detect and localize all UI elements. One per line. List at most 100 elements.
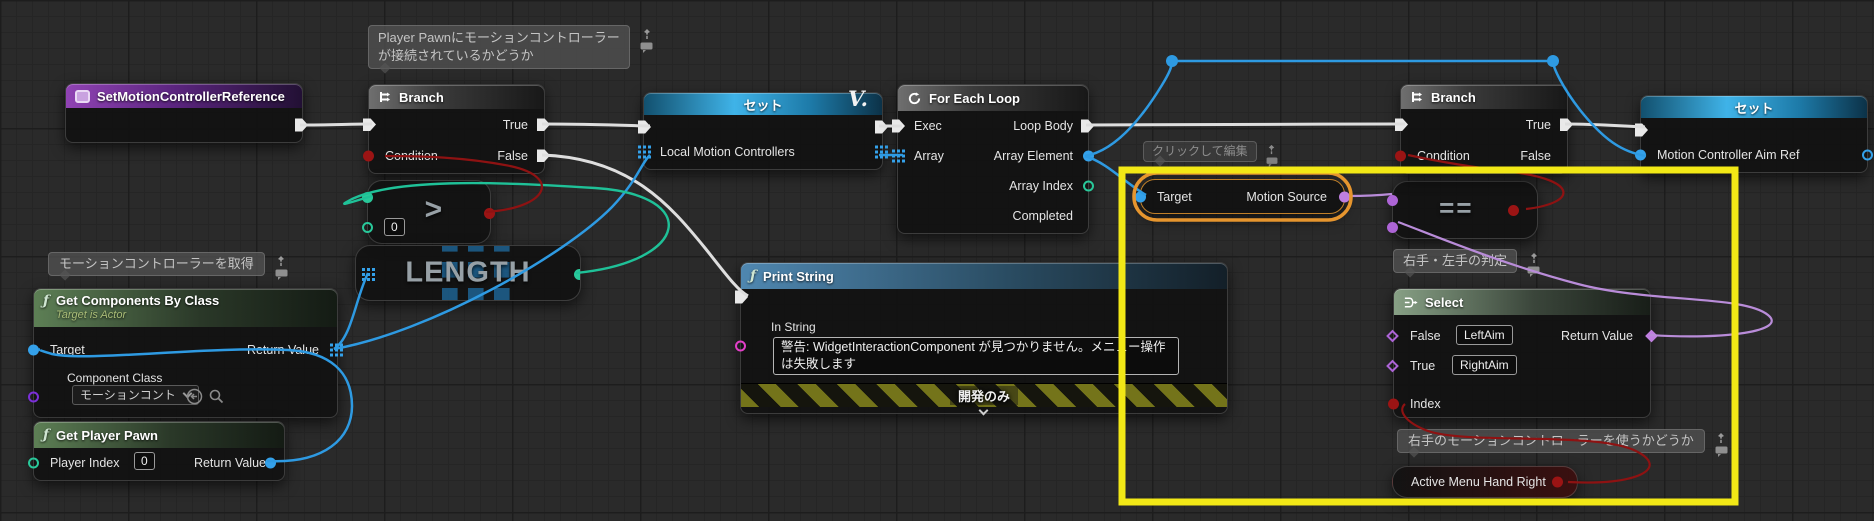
length-out-pin[interactable] <box>574 269 580 280</box>
false-exec-pin[interactable] <box>537 149 550 162</box>
get-components-by-class-node[interactable]: ƒ Get Components By Class Target is Acto… <box>28 288 338 418</box>
component-class-dropdown[interactable]: モーションコント <box>72 385 199 406</box>
value-out-pin[interactable] <box>1552 476 1563 488</box>
get-motion-source-node[interactable]: Target Motion Source <box>1135 179 1350 214</box>
use-selected-asset-icon[interactable] <box>186 388 203 405</box>
exec-out-pin[interactable] <box>295 118 308 132</box>
true-exec-pin[interactable] <box>537 118 550 131</box>
node-title: Get Player Pawn <box>56 427 158 443</box>
speech-bubble-icon[interactable] <box>1527 266 1540 277</box>
reroute-node-right[interactable] <box>1547 55 1559 67</box>
completed-label: Completed <box>1012 209 1073 223</box>
index-pin[interactable] <box>1388 398 1399 410</box>
equals-input-b-pin[interactable] <box>1387 222 1398 233</box>
comment-player-pawn[interactable]: Player Pawnにモーションコントローラーが接続されているかどうか <box>368 25 653 70</box>
function-icon: ƒ <box>750 268 757 284</box>
array-index-row: Array Index <box>898 171 1094 201</box>
wire-exec-setref-to-branch1 <box>299 122 373 127</box>
player-index-pin[interactable] <box>28 457 39 469</box>
loop-body-exec-pin[interactable] <box>1081 119 1094 133</box>
target-pin[interactable] <box>28 344 39 356</box>
speech-bubble-icon[interactable] <box>275 269 288 280</box>
return-value-pin[interactable] <box>265 457 276 469</box>
in-string-input[interactable]: 警告: WidgetInteractionComponent が見つかりません。… <box>773 337 1179 375</box>
value-in-pin[interactable] <box>1635 149 1646 161</box>
exec-in-pin[interactable] <box>638 120 651 134</box>
branch-node-1[interactable]: Branch True Condition False <box>363 84 550 174</box>
target-pin[interactable] <box>1135 191 1146 202</box>
development-only-label: 開発のみ <box>949 386 1018 405</box>
true-value-input[interactable]: RightAim <box>1452 355 1517 376</box>
false-label: False <box>497 148 528 163</box>
comment-use-right-hand[interactable]: 右手のモーションコントローラーを使うかどうか <box>1397 429 1728 457</box>
speech-bubble-icon[interactable] <box>1715 446 1728 457</box>
pin-icon[interactable] <box>1528 252 1540 264</box>
array-length-node[interactable]: LENGTH <box>355 245 581 301</box>
comment-hand-judge[interactable]: 右手・左手の判定 <box>1393 249 1540 277</box>
component-class-pin[interactable] <box>28 391 39 403</box>
condition-label: Condition <box>1417 148 1470 163</box>
condition-pin[interactable] <box>1395 150 1406 161</box>
exec-in-pin[interactable] <box>363 118 376 131</box>
false-diamond-pin[interactable] <box>1386 329 1399 343</box>
input-a-pin[interactable] <box>362 192 373 203</box>
comment-text: 右手のモーションコントローラーを使うかどうか <box>1408 433 1694 448</box>
array-out-pin[interactable] <box>875 146 888 159</box>
set-motion-controller-aim-ref-node[interactable]: セット Motion Controller Aim Ref <box>1635 95 1873 173</box>
array-in-pin[interactable] <box>892 150 905 163</box>
return-value-pin[interactable] <box>1645 329 1658 343</box>
active-menu-hand-right-node[interactable]: Active Menu Hand Right <box>1392 466 1578 498</box>
get-player-pawn-node[interactable]: ƒ Get Player Pawn Player Index 0 Return … <box>28 421 285 481</box>
pin-icon[interactable] <box>1715 432 1727 444</box>
array-in-pin[interactable] <box>362 268 375 281</box>
true-diamond-pin[interactable] <box>1386 359 1399 373</box>
greater-than-node[interactable]: 0 > <box>362 180 495 244</box>
pin-icon[interactable] <box>1266 144 1277 155</box>
exec-in-pin[interactable] <box>1395 118 1408 131</box>
comment-get-motion-controllers[interactable]: モーションコントローラーを取得 <box>48 252 288 280</box>
reroute-node-left[interactable] <box>1166 55 1178 67</box>
exec-in-pin[interactable] <box>1635 123 1648 137</box>
motion-source-pin[interactable] <box>1339 191 1350 202</box>
select-node[interactable]: Select False LeftAim Return Value True R… <box>1386 288 1658 418</box>
node-header: For Each Loop <box>898 85 1088 111</box>
branch-node-2[interactable]: Branch True Condition False <box>1395 84 1573 174</box>
array-in-pin[interactable] <box>638 146 651 159</box>
comment-click-to-edit[interactable]: クリックして編集 <box>1143 141 1278 167</box>
speech-bubble-icon[interactable] <box>640 42 653 53</box>
pin-icon[interactable] <box>275 255 287 267</box>
index-label: Index <box>1410 397 1441 411</box>
array-element-pin[interactable] <box>1083 150 1094 162</box>
equals-output-pin[interactable] <box>1508 205 1519 216</box>
array-index-pin[interactable] <box>1083 180 1094 192</box>
condition-false-row: Condition False <box>363 140 550 171</box>
set-local-motion-controllers-node[interactable]: セット Local Motion Controllers <box>638 92 888 170</box>
input-b-pin[interactable] <box>362 222 373 233</box>
expand-advanced-chevron-icon[interactable] <box>978 405 989 416</box>
player-index-input[interactable]: 0 <box>134 452 155 471</box>
pin-icon[interactable] <box>641 28 653 40</box>
equals-input-a-pin[interactable] <box>1387 195 1398 206</box>
in-string-label: In String <box>771 320 816 334</box>
exec-in-pin[interactable] <box>735 290 748 304</box>
value-out-pin[interactable] <box>1862 149 1873 161</box>
input-b-default[interactable]: 0 <box>384 218 405 237</box>
exec-out-pin[interactable] <box>875 120 888 134</box>
return-array-pin[interactable] <box>330 344 343 357</box>
equals-node[interactable]: == <box>1387 181 1538 239</box>
in-string-pin[interactable] <box>735 340 746 352</box>
result-pin[interactable] <box>484 208 495 219</box>
print-string-node[interactable]: ƒ Print String In String 警告: WidgetInter… <box>735 262 1228 416</box>
exec-in-pin[interactable] <box>892 119 905 133</box>
loop-body-label: Loop Body <box>1013 119 1073 133</box>
true-exec-pin[interactable] <box>1560 118 1573 131</box>
for-each-loop-node[interactable]: For Each Loop Exec Loop Body Array Array… <box>892 84 1094 234</box>
speech-bubble-icon[interactable] <box>1266 157 1278 167</box>
set-motion-controller-reference-node[interactable]: SetMotionControllerReference <box>65 83 308 143</box>
blueprint-graph-canvas[interactable]: SetMotionControllerReference Player Pawn… <box>0 0 1874 521</box>
function-icon: ƒ <box>43 293 50 309</box>
browse-search-icon[interactable] <box>208 388 225 405</box>
return-value-label: Return Value <box>193 456 266 470</box>
false-value-input[interactable]: LeftAim <box>1456 325 1513 346</box>
condition-pin[interactable] <box>363 150 374 161</box>
